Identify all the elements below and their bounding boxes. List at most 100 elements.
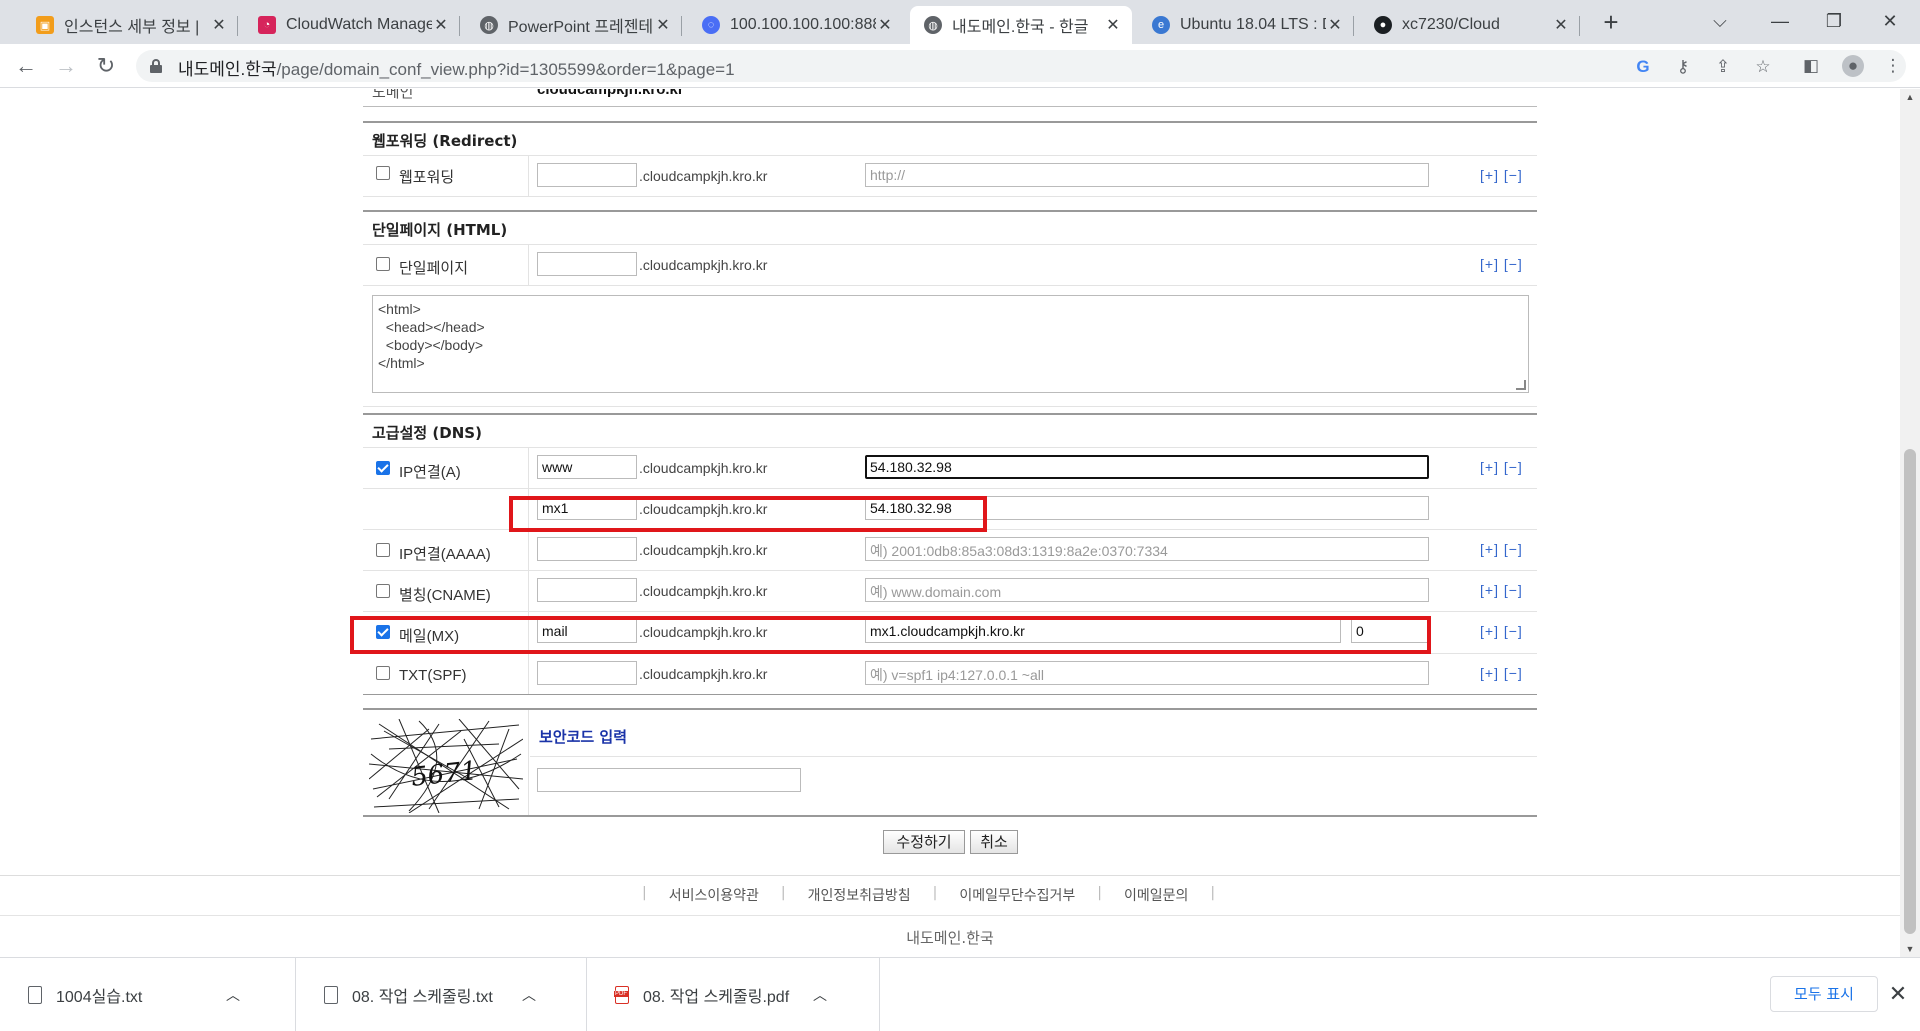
dns-cname-checkbox[interactable] xyxy=(376,584,390,598)
tab-search-chevron-icon[interactable]: ⌵ xyxy=(1700,6,1740,36)
github-icon: ● xyxy=(1374,16,1392,34)
security-code-input[interactable] xyxy=(537,768,801,792)
footer-link-privacy[interactable]: 개인정보취급방침 xyxy=(808,885,911,905)
text-file-icon xyxy=(28,985,42,1004)
dns-txt-row: TXT(SPF) .cloudcampkjh.kro.kr 예) v=spf1 … xyxy=(363,654,1537,695)
forward-button[interactable]: → xyxy=(52,52,80,80)
chevron-up-icon[interactable]: ︿ xyxy=(522,985,536,1005)
dns-a-checkbox[interactable] xyxy=(376,461,390,475)
lock-icon[interactable] xyxy=(150,59,162,73)
reload-button[interactable]: ↻ xyxy=(92,52,120,80)
ie-icon: e xyxy=(1152,16,1170,34)
key-icon[interactable]: ⚷ xyxy=(1672,56,1694,78)
globe-icon: ◍ xyxy=(480,16,498,34)
domain-suffix: .cloudcampkjh.kro.kr xyxy=(639,460,768,476)
browser-toolbar: ← → ↻ 내도메인.한국/page/domain_conf_view.php?… xyxy=(0,44,1920,88)
dns-a-add-remove[interactable]: [+] [−] xyxy=(1480,459,1523,475)
html-subdomain-input[interactable] xyxy=(537,252,637,276)
domain-row: 도메인 cloudcampkjh.kro.kr xyxy=(363,89,1537,107)
share-icon[interactable]: ⇪ xyxy=(1712,56,1734,78)
download-item[interactable]: 1004실습.txt ︿ xyxy=(0,958,296,1031)
bookmark-star-icon[interactable]: ☆ xyxy=(1752,56,1774,78)
tab-github[interactable]: ● xc7230/Cloud ✕ xyxy=(1360,6,1580,44)
dns-aaaa-checkbox[interactable] xyxy=(376,543,390,557)
tab-nedomain-active[interactable]: ◍ 내도메인.한국 - 한글 ✕ xyxy=(910,6,1132,44)
tab-close-icon[interactable]: ✕ xyxy=(210,15,228,35)
tab-close-icon[interactable]: ✕ xyxy=(654,15,672,35)
domain-suffix: .cloudcampkjh.kro.kr xyxy=(639,168,768,184)
dns-a-subdomain-input[interactable]: www xyxy=(537,455,637,479)
dns-a-ip-input[interactable]: 54.180.32.98 xyxy=(865,455,1429,479)
cancel-button[interactable]: 취소 xyxy=(970,830,1018,854)
dns-txt-subdomain-input[interactable] xyxy=(537,661,637,685)
section-html-title: 단일페이지 (HTML) xyxy=(372,221,508,239)
side-panel-icon[interactable]: ◧ xyxy=(1800,55,1822,77)
chevron-up-icon[interactable]: ︿ xyxy=(813,985,827,1005)
profile-avatar-icon[interactable]: ● xyxy=(1842,55,1864,77)
scroll-down-icon[interactable]: ▼ xyxy=(1900,941,1920,957)
tab-ubuntu[interactable]: e Ubuntu 18.04 LTS : D ✕ xyxy=(1138,6,1354,44)
download-item[interactable]: 08. 작업 스케줄링.pdf ︿ xyxy=(587,958,880,1031)
dns-cname-row: 별칭(CNAME) .cloudcampkjh.kro.kr 예) www.do… xyxy=(363,571,1537,612)
dns-cname-target-input[interactable]: 예) www.domain.com xyxy=(865,578,1429,602)
dns-aaaa-subdomain-input[interactable] xyxy=(537,537,637,561)
download-item[interactable]: 08. 작업 스케줄링.txt ︿ xyxy=(296,958,587,1031)
redirect-subdomain-input[interactable] xyxy=(537,163,637,187)
minimize-button[interactable]: — xyxy=(1760,6,1800,36)
domain-label: 도메인 xyxy=(372,89,414,101)
tab-close-icon[interactable]: ✕ xyxy=(1552,15,1570,35)
resize-grip-icon[interactable] xyxy=(1516,380,1526,390)
dns-txt-add-remove[interactable]: [+] [−] xyxy=(1480,665,1523,681)
browser-tab-bar: ▣ 인스턴스 세부 정보 | ✕ ◔ CloudWatch Manage ✕ ◍… xyxy=(0,0,1920,44)
close-window-button[interactable]: ✕ xyxy=(1870,6,1910,36)
footer-brand: 내도메인.한국 xyxy=(906,929,994,947)
chevron-up-icon[interactable]: ︿ xyxy=(226,985,240,1005)
footer-link-terms[interactable]: 서비스이용약관 xyxy=(669,885,759,905)
domain-value: cloudcampkjh.kro.kr xyxy=(537,89,684,98)
dns-aaaa-ip-input[interactable]: 예) 2001:0db8:85a3:08d3:1319:8a2e:0370:73… xyxy=(865,537,1429,561)
dns-txt-value-input[interactable]: 예) v=spf1 ip4:127.0.0.1 ~all xyxy=(865,661,1429,685)
aws-box-icon: ▣ xyxy=(36,16,54,34)
highlight-box-mx-record xyxy=(350,616,1431,654)
new-tab-button[interactable]: + xyxy=(1596,8,1626,38)
page-viewport: 도메인 cloudcampkjh.kro.kr 웹포워딩 (Redirect) … xyxy=(0,89,1900,957)
tab-instance-details[interactable]: ▣ 인스턴스 세부 정보 | ✕ xyxy=(22,6,238,44)
close-download-bar-icon[interactable]: ✕ xyxy=(1884,980,1912,1008)
page-scrollbar[interactable]: ▲ ▼ xyxy=(1900,89,1920,957)
address-bar[interactable]: 내도메인.한국/page/domain_conf_view.php?id=130… xyxy=(136,50,1906,82)
dns-mx-add-remove[interactable]: [+] [−] xyxy=(1480,623,1523,639)
redirect-add-remove[interactable]: [+] [−] xyxy=(1480,167,1523,183)
back-button[interactable]: ← xyxy=(12,52,40,80)
dns-cname-subdomain-input[interactable] xyxy=(537,578,637,602)
dns-aaaa-label: IP연결(AAAA) xyxy=(399,546,491,563)
html-add-remove[interactable]: [+] [−] xyxy=(1480,256,1523,272)
scroll-up-icon[interactable]: ▲ xyxy=(1900,89,1920,105)
tab-powerpoint[interactable]: ◍ PowerPoint 프레젠테 ✕ xyxy=(466,6,682,44)
tab-close-icon[interactable]: ✕ xyxy=(432,15,450,35)
url-text[interactable]: 내도메인.한국/page/domain_conf_view.php?id=130… xyxy=(178,55,735,80)
tab-close-icon[interactable]: ✕ xyxy=(1104,15,1122,35)
domain-suffix: .cloudcampkjh.kro.kr xyxy=(639,542,768,558)
scrollbar-thumb[interactable] xyxy=(1904,449,1916,934)
dns-cname-add-remove[interactable]: [+] [−] xyxy=(1480,582,1523,598)
footer-link-no-email-collection[interactable]: 이메일무단수집거부 xyxy=(959,885,1075,905)
footer-link-email-inquiry[interactable]: 이메일문의 xyxy=(1124,885,1188,905)
redirect-checkbox[interactable] xyxy=(376,166,390,180)
show-all-downloads-button[interactable]: 모두 표시 xyxy=(1770,976,1878,1012)
tab-local-server[interactable]: ◌ 100.100.100.100:888 ✕ xyxy=(688,6,904,44)
redirect-label: 웹포워딩 xyxy=(399,169,455,186)
google-icon[interactable]: G xyxy=(1632,56,1654,78)
tab-close-icon[interactable]: ✕ xyxy=(1326,15,1344,35)
restore-button[interactable]: ❐ xyxy=(1814,6,1854,36)
html-source-textarea[interactable]: <html> <head></head> <body></body> </htm… xyxy=(372,295,1529,393)
tab-close-icon[interactable]: ✕ xyxy=(876,15,894,35)
tab-cloudwatch[interactable]: ◔ CloudWatch Manage ✕ xyxy=(244,6,460,44)
dns-txt-label: TXT(SPF) xyxy=(399,667,467,684)
more-menu-icon[interactable]: ⋮ xyxy=(1882,55,1904,77)
dns-txt-checkbox[interactable] xyxy=(376,666,390,680)
submit-button[interactable]: 수정하기 xyxy=(883,830,965,854)
dns-aaaa-add-remove[interactable]: [+] [−] xyxy=(1480,541,1523,557)
redirect-url-input[interactable]: http:// xyxy=(865,163,1429,187)
html-checkbox[interactable] xyxy=(376,257,390,271)
cloudwatch-icon: ◔ xyxy=(258,16,276,34)
